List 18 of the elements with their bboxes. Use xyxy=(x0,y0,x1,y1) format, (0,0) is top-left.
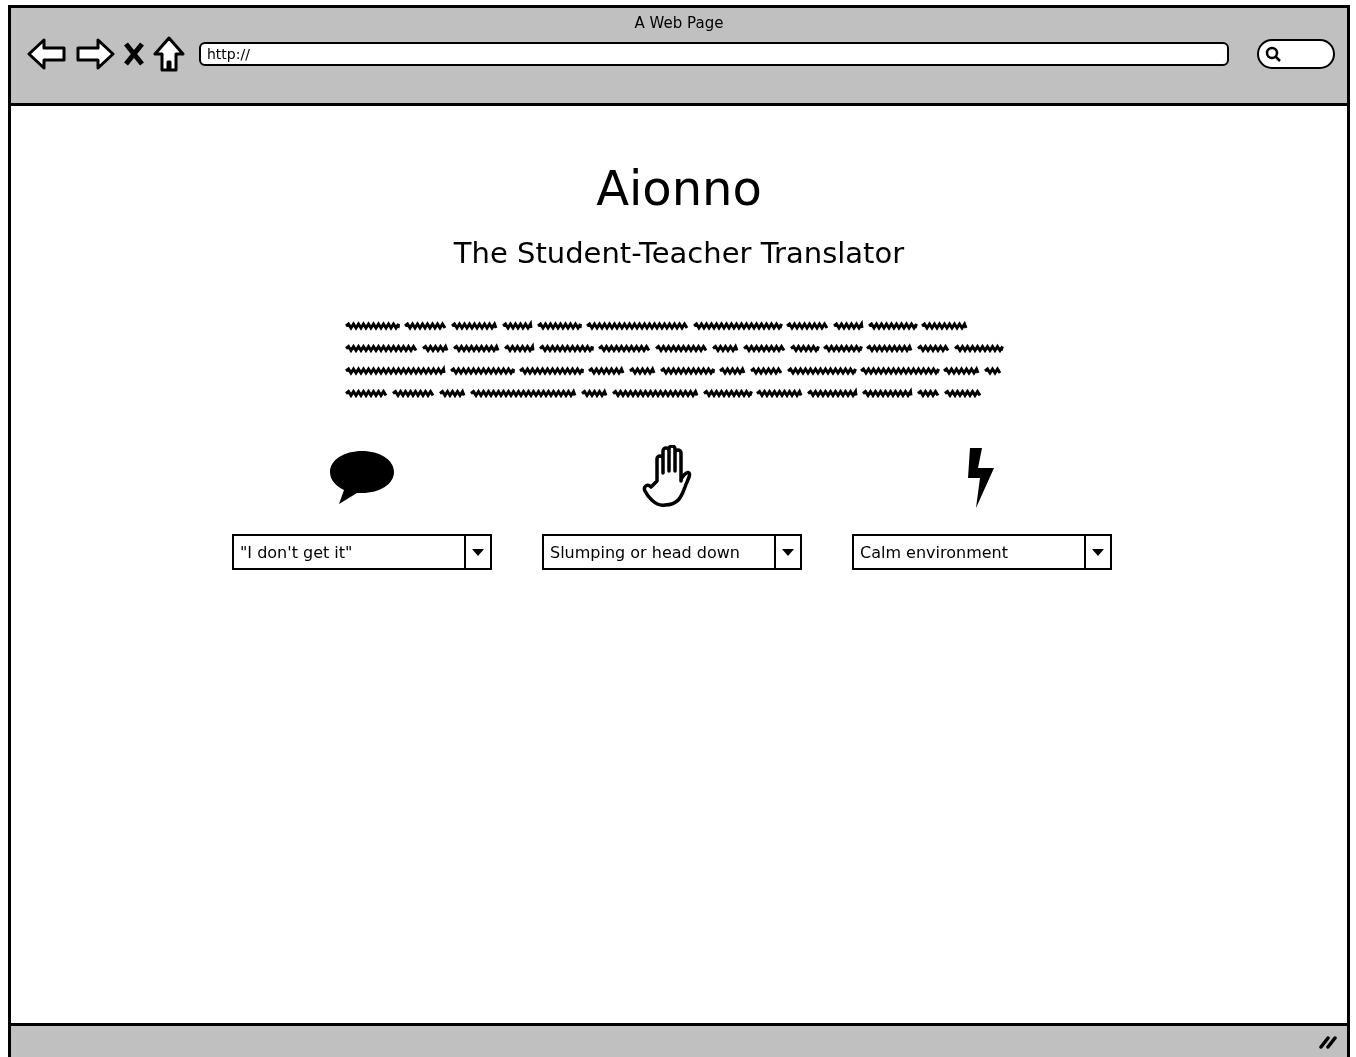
home-icon[interactable] xyxy=(153,36,185,72)
caret-icon xyxy=(472,548,484,556)
speech-bubble-icon xyxy=(328,449,396,507)
caret-icon xyxy=(782,548,794,556)
search-icon xyxy=(1265,46,1281,62)
dropdown[interactable]: "I don't get it" xyxy=(232,534,492,570)
resize-grip-icon[interactable] xyxy=(1319,1034,1337,1049)
dropdown[interactable]: Slumping or head down xyxy=(542,534,802,570)
page-subtitle: The Student-Teacher Translator xyxy=(453,236,905,270)
window-title: A Web Page xyxy=(634,14,724,32)
forward-arrow-icon[interactable] xyxy=(75,37,115,71)
caret-icon xyxy=(1092,548,1104,556)
page-title: Aionno xyxy=(596,160,762,216)
search-field[interactable] xyxy=(1257,39,1335,69)
back-arrow-icon[interactable] xyxy=(27,37,67,71)
close-icon[interactable] xyxy=(123,41,145,67)
dropdown[interactable]: Calm environment xyxy=(852,534,1112,570)
address-field[interactable]: http:// xyxy=(199,42,1229,66)
